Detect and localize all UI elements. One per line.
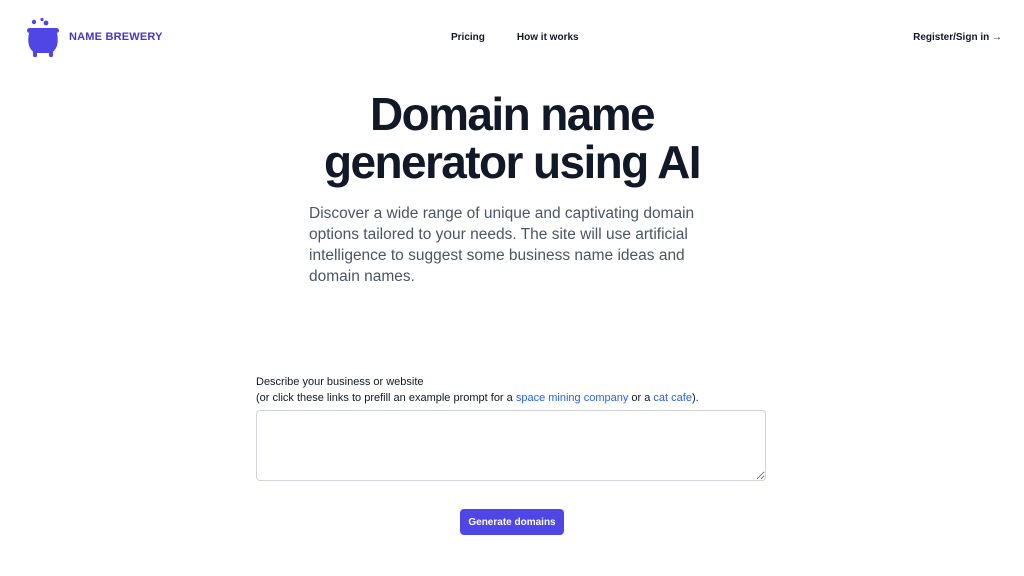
page: NAME BREWERY Pricing How it works Regist… — [0, 0, 1024, 576]
prompt-hint-middle: or a — [628, 392, 654, 404]
prompt-hint-prefix: (or click these links to prefill an exam… — [256, 392, 516, 404]
example-cat-cafe-link[interactable]: cat cafe — [653, 392, 692, 404]
generate-domains-button[interactable]: Generate domains — [460, 509, 564, 535]
example-space-mining-link[interactable]: space mining company — [516, 392, 629, 404]
main-nav: Pricing How it works — [451, 31, 579, 45]
hero-title: Domain name generator using AI — [0, 90, 1024, 186]
cauldron-icon — [24, 16, 62, 58]
hero-title-line1: Domain name — [369, 88, 656, 140]
hero-title-line2: generator using AI — [324, 136, 701, 188]
brand-name: NAME BREWERY — [69, 31, 163, 43]
hero-description: Discover a wide range of unique and capt… — [309, 205, 695, 285]
register-signin-link[interactable]: Register/Sign in → — [913, 31, 1002, 45]
site-header: NAME BREWERY Pricing How it works Regist… — [0, 0, 1024, 76]
prompt-label-text: Describe your business or website — [256, 376, 424, 388]
nav-how-it-works[interactable]: How it works — [517, 31, 579, 45]
nav-pricing[interactable]: Pricing — [451, 31, 485, 45]
prompt-label: Describe your business or website (or cl… — [256, 374, 796, 406]
home-logo-link[interactable]: NAME BREWERY — [24, 16, 163, 58]
business-description-input[interactable] — [256, 410, 766, 481]
prompt-hint-suffix: ). — [691, 392, 699, 404]
